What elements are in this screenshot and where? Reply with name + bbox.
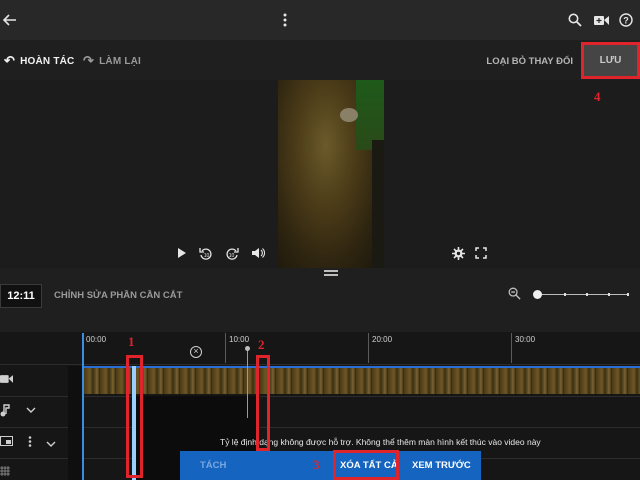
- track-divider: [0, 396, 640, 397]
- grid-icon: [0, 466, 10, 479]
- settings-icon[interactable]: [450, 247, 466, 263]
- video-track-icon: [0, 374, 13, 387]
- ruler-tick: [511, 333, 512, 363]
- playhead[interactable]: [82, 333, 84, 480]
- video-preview-area: [0, 80, 640, 268]
- trim-handle-right-knob[interactable]: [245, 346, 250, 351]
- play-icon[interactable]: [174, 247, 190, 262]
- annotation-label: 4: [594, 89, 601, 104]
- svg-text:?: ?: [623, 16, 629, 26]
- ruler-tick-label: 20:00: [372, 335, 393, 344]
- current-time-field[interactable]: 12:11: [0, 284, 42, 308]
- resize-handle[interactable]: [324, 270, 338, 276]
- annotation-box: [126, 355, 143, 478]
- video-content: [372, 140, 384, 268]
- ruler-tick: [225, 333, 226, 363]
- discard-changes-button[interactable]: LOẠI BỎ THAY ĐỔI: [486, 56, 573, 67]
- zoom-icon: [508, 287, 521, 303]
- undo-icon: ↶: [4, 53, 16, 68]
- trim-mode-label: CHỈNH SỬA PHẦN CẦN CẮT: [54, 290, 183, 301]
- undo-label: HOÀN TÁC: [20, 55, 75, 67]
- zoom-step: [586, 293, 588, 296]
- svg-text:10: 10: [229, 253, 235, 259]
- remove-cut-icon[interactable]: ×: [190, 346, 202, 358]
- annotation-label: 1: [128, 334, 135, 349]
- ruler-tick-label: 30:00: [515, 335, 536, 344]
- annotation-label: 3: [313, 457, 320, 472]
- undo-button[interactable]: ↶ HOÀN TÁC: [4, 53, 74, 69]
- timeline-ruler[interactable]: 00:00 10:00 20:00 30:00: [82, 333, 640, 363]
- video-camera-icon[interactable]: [591, 10, 611, 30]
- track-divider: [0, 364, 640, 365]
- chevron-down-icon[interactable]: [46, 438, 56, 450]
- chevron-down-icon[interactable]: [26, 404, 36, 416]
- forward-10-icon[interactable]: 10: [224, 247, 240, 264]
- video-clip-filmstrip[interactable]: [84, 366, 640, 394]
- ruler-tick-label: 00:00: [86, 335, 107, 344]
- redo-label: LÀM LẠI: [99, 55, 142, 67]
- action-bar: TÁCH XÓA TẤT CẢ XEM TRƯỚC: [180, 451, 481, 480]
- more-vert-icon[interactable]: [28, 436, 32, 450]
- audio-track-icon: [0, 404, 10, 420]
- zoom-step: [627, 293, 629, 296]
- top-bar: ?: [0, 0, 640, 40]
- video-frame[interactable]: [278, 80, 384, 268]
- redo-icon: ↷: [83, 53, 95, 68]
- annotation-label: 2: [258, 337, 265, 352]
- zoom-step: [564, 293, 566, 296]
- back-arrow-icon[interactable]: [0, 10, 20, 30]
- track-divider: [0, 427, 640, 428]
- svg-text:10: 10: [204, 253, 210, 259]
- rewind-10-icon[interactable]: 10: [198, 247, 214, 264]
- edit-toolbar: ↶ HOÀN TÁC ↷ LÀM LẠI LOẠI BỎ THAY ĐỔI: [0, 40, 640, 80]
- split-button[interactable]: TÁCH: [200, 460, 226, 471]
- annotation-box: [256, 355, 270, 451]
- fullscreen-icon[interactable]: [473, 247, 489, 262]
- end-screen-icon: [0, 436, 13, 449]
- zoom-slider-knob[interactable]: [533, 290, 542, 299]
- ruler-tick-label: 10:00: [229, 335, 250, 344]
- zoom-slider[interactable]: [538, 294, 628, 295]
- more-vert-icon[interactable]: [275, 10, 295, 30]
- annotation-box: [333, 450, 399, 480]
- ruler-tick: [368, 333, 369, 363]
- annotation-box: [581, 42, 640, 79]
- volume-icon[interactable]: [250, 247, 266, 262]
- preview-button[interactable]: XEM TRƯỚC: [412, 460, 471, 471]
- zoom-step: [608, 293, 610, 296]
- video-content: [340, 108, 358, 122]
- help-icon[interactable]: ?: [616, 10, 636, 30]
- redo-button[interactable]: ↷ LÀM LẠI: [83, 53, 141, 69]
- trim-handle-right[interactable]: [247, 348, 248, 418]
- search-icon[interactable]: [565, 10, 585, 30]
